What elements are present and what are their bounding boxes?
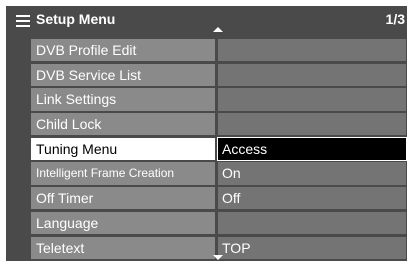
menu-item-dvb-profile-edit[interactable]: DVB Profile Edit [31,39,406,62]
menu-item-value: On [218,162,406,185]
menu-title: Setup Menu [36,11,116,27]
scroll-down-arrow-icon[interactable] [213,255,223,260]
menu-item-label: DVB Service List [31,63,215,86]
menu-item-tuning-menu[interactable]: Tuning Menu Access [31,136,407,161]
menu-item-link-settings[interactable]: Link Settings [31,88,406,111]
menu-item-value: Access [217,136,407,161]
menu-item-label: Teletext [31,236,215,259]
menu-item-label: Tuning Menu [31,137,215,160]
menu-item-label: Child Lock [31,113,215,136]
menu-item-child-lock[interactable]: Child Lock [31,113,406,136]
menu-item-value [218,88,406,111]
scroll-up-arrow-icon[interactable] [213,27,223,32]
menu-item-dvb-service-list[interactable]: DVB Service List [31,63,406,86]
menu-item-label: Language [31,211,215,234]
menu-header: Setup Menu 1/3 [6,6,407,34]
menu-item-value [218,39,406,62]
menu-item-off-timer[interactable]: Off Timer Off [31,187,406,210]
setup-menu-panel: Setup Menu 1/3 DVB Profile Edit DVB Serv… [6,6,407,261]
page-indicator: 1/3 [385,11,405,27]
menu-item-value: TOP [218,236,406,259]
menu-item-label: Intelligent Frame Creation [31,162,215,185]
menu-item-intelligent-frame-creation[interactable]: Intelligent Frame Creation On [31,162,406,185]
menu-item-label: Link Settings [31,88,215,111]
menu-item-value: Off [218,187,406,210]
menu-item-value [218,113,406,136]
menu-item-value [218,63,406,86]
menu-item-label: DVB Profile Edit [31,39,215,62]
menu-item-language[interactable]: Language [31,211,406,234]
menu-item-value [218,211,406,234]
menu-list-icon [16,15,30,27]
menu-list: DVB Profile Edit DVB Service List Link S… [31,39,407,261]
menu-item-label: Off Timer [31,187,215,210]
